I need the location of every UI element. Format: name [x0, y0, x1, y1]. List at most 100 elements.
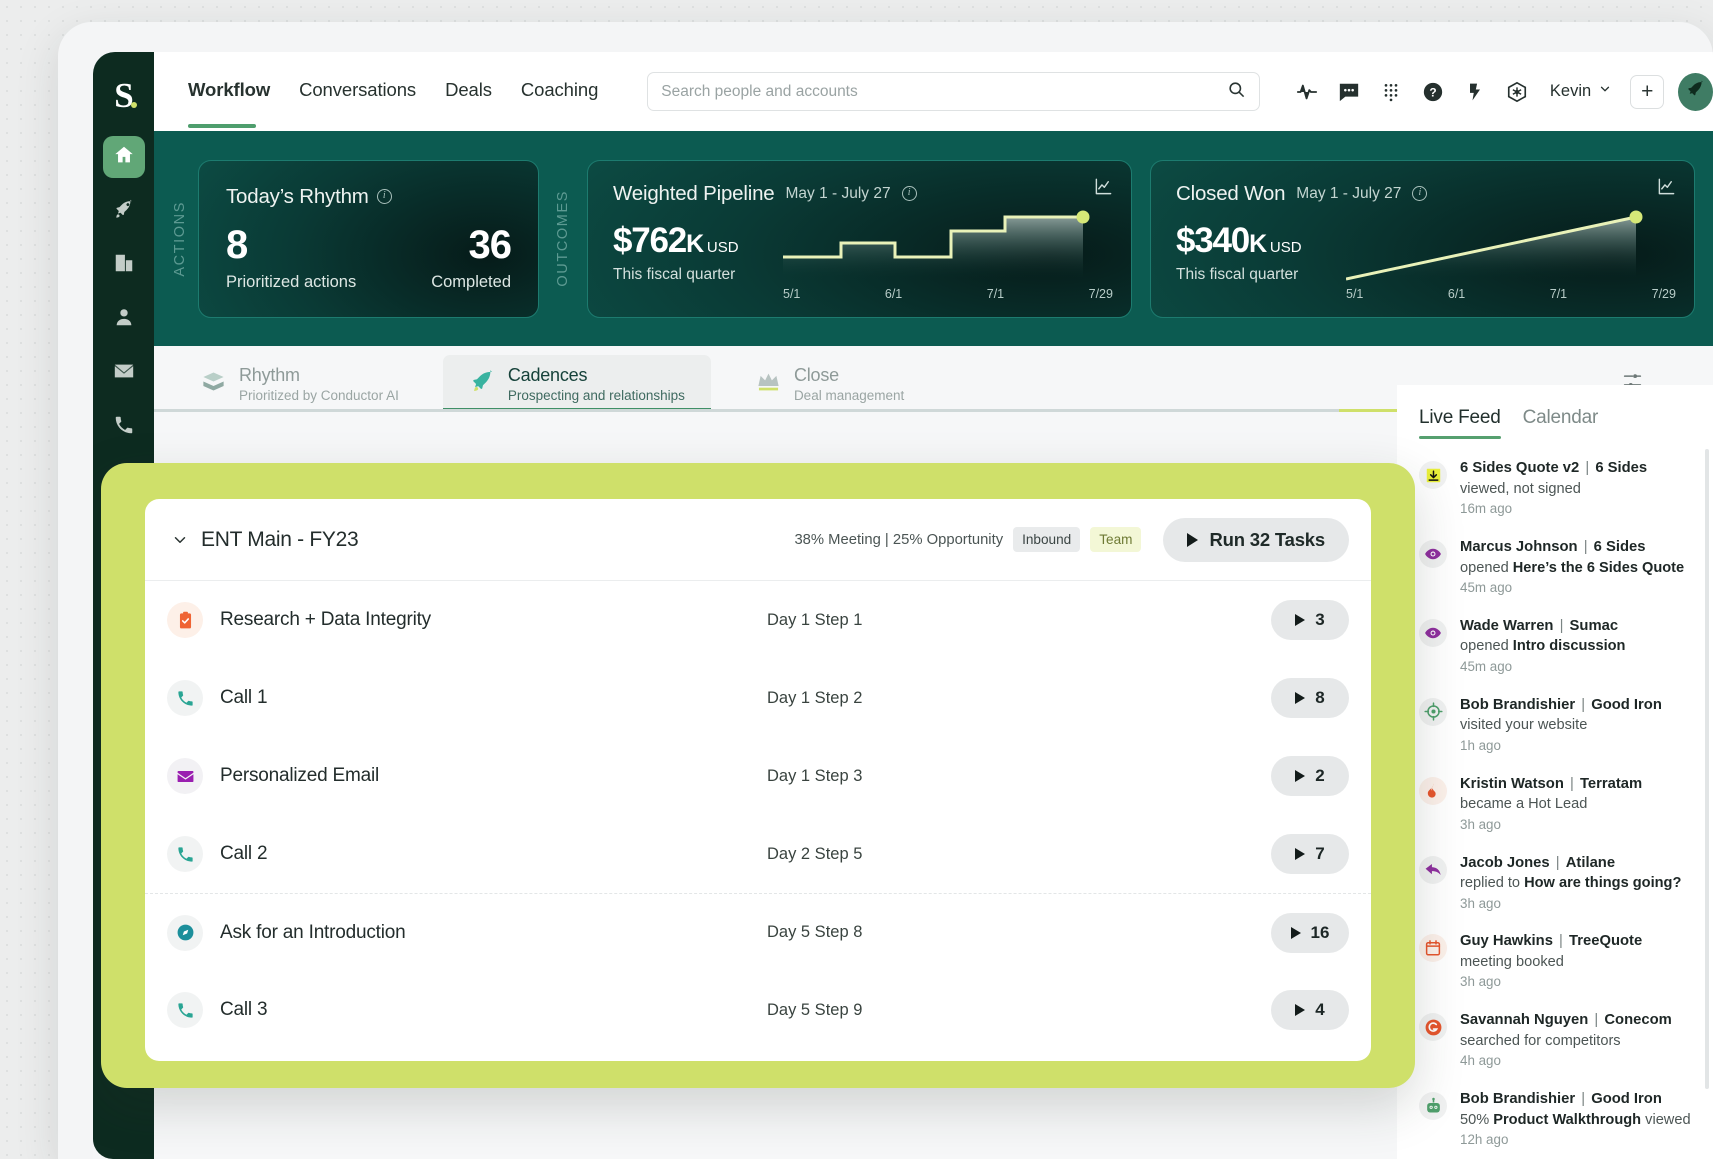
dialpad-icon[interactable]	[1380, 81, 1402, 103]
tab-rhythm-label: Rhythm	[239, 365, 399, 386]
tab-calendar[interactable]: Calendar	[1523, 407, 1599, 429]
chart-expand-icon[interactable]	[1094, 177, 1113, 201]
task-count: 7	[1315, 844, 1324, 864]
task-run-button[interactable]: 7	[1271, 834, 1349, 874]
task-run-button[interactable]: 4	[1271, 990, 1349, 1030]
rail-item-cadences[interactable]	[103, 190, 145, 232]
tab-live-feed[interactable]: Live Feed	[1419, 407, 1501, 429]
feed-item[interactable]: Bob Brandishier | Good Iron50% Product W…	[1419, 1090, 1693, 1149]
task-row[interactable]: Call 2Day 2 Step 57	[145, 815, 1371, 893]
feed-item[interactable]: Marcus Johnson | 6 Sidesopened Here’s th…	[1419, 538, 1693, 597]
feed-item-body: Wade Warren | Sumacopened Intro discussi…	[1460, 617, 1625, 676]
tab-cadences[interactable]: Cadences Prospecting and relationships	[443, 355, 711, 412]
tag-team[interactable]: Team	[1090, 527, 1141, 552]
bolt-icon[interactable]	[1464, 81, 1486, 103]
chat-icon[interactable]	[1338, 81, 1360, 103]
main-nav: Workflow Conversations Deals Coaching	[188, 79, 598, 104]
user-menu[interactable]: Kevin	[1550, 82, 1612, 101]
task-row[interactable]: Call 3Day 5 Step 94	[145, 971, 1371, 1049]
task-run-button[interactable]: 16	[1271, 913, 1349, 953]
info-icon[interactable]: i	[902, 186, 917, 201]
run-tasks-button[interactable]: Run 32 Tasks	[1163, 518, 1349, 562]
closedwon-amount-unit: K	[1249, 230, 1266, 258]
phone-icon	[167, 680, 203, 716]
nav-item-workflow[interactable]: Workflow	[188, 79, 270, 104]
card-weighted-pipeline[interactable]: Weighted Pipeline May 1 - July 27 i $762…	[587, 160, 1132, 318]
task-row[interactable]: Research + Data Integrity Day 1 Step 1 3	[145, 581, 1371, 659]
search-input[interactable]	[661, 83, 1227, 101]
search-bar[interactable]	[647, 72, 1260, 111]
envelope-icon	[167, 758, 203, 794]
info-icon[interactable]: i	[377, 189, 392, 204]
actions-label: ACTIONS	[172, 201, 188, 277]
task-row[interactable]: Personalized EmailDay 1 Step 32	[145, 737, 1371, 815]
logo[interactable]: S	[93, 66, 154, 124]
play-icon	[1187, 533, 1198, 547]
rail-item-email[interactable]	[103, 352, 145, 394]
feed-item[interactable]: Kristin Watson | Terratambecame a Hot Le…	[1419, 775, 1693, 834]
pipeline-title: Weighted Pipeline	[613, 182, 774, 206]
task-step: Day 1 Step 1	[767, 611, 862, 630]
feed-item[interactable]: Jacob Jones | Atilanereplied to How are …	[1419, 854, 1693, 913]
rhythm-left-caption: Prioritized actions	[226, 273, 356, 292]
task-row[interactable]: Ask for an IntroductionDay 5 Step 816	[145, 893, 1371, 971]
feed-item[interactable]: Savannah Nguyen | Conecomsearched for co…	[1419, 1011, 1693, 1070]
chevron-down-icon[interactable]	[167, 531, 193, 549]
task-run-button[interactable]: 3	[1271, 600, 1349, 640]
feed-item-separator: |	[1552, 855, 1564, 871]
task-count: 3	[1315, 610, 1324, 630]
home-icon	[113, 144, 135, 171]
search-icon[interactable]	[1227, 80, 1246, 104]
activity-icon[interactable]	[1296, 81, 1318, 103]
feed-tabs: Live Feed Calendar	[1419, 407, 1693, 439]
tick: 7/29	[1652, 287, 1676, 301]
task-row[interactable]: Call 1Day 1 Step 28	[145, 659, 1371, 737]
feed-item-account: Good Iron	[1591, 697, 1662, 713]
feed-item-account: Conecom	[1604, 1012, 1671, 1028]
feed-item-title: Savannah Nguyen | Conecom	[1460, 1012, 1672, 1028]
info-icon[interactable]: i	[1412, 186, 1427, 201]
feed-item-person: Wade Warren	[1460, 618, 1553, 634]
tick: 7/1	[987, 287, 1004, 301]
feed-item-time: 3h ago	[1460, 817, 1642, 834]
feed-scrollbar[interactable]	[1705, 449, 1709, 1089]
feed-item-account: Terratam	[1580, 776, 1642, 792]
rail-item-people[interactable]	[103, 298, 145, 340]
nav-item-conversations[interactable]: Conversations	[299, 79, 416, 104]
feed-item[interactable]: 6 Sides Quote v2 | 6 Sidesviewed, not si…	[1419, 459, 1693, 518]
nav-item-deals[interactable]: Deals	[445, 79, 492, 104]
tab-close-text: Close Deal management	[794, 365, 904, 403]
cadence-meta: 38% Meeting | 25% Opportunity Inbound Te…	[794, 518, 1349, 562]
feed-item-separator: |	[1581, 460, 1593, 476]
task-list: Research + Data Integrity Day 1 Step 1 3 Ca…	[145, 581, 1371, 1049]
tick: 7/1	[1550, 287, 1567, 301]
nav-item-coaching[interactable]: Coaching	[521, 79, 598, 104]
feed-item-time: 1h ago	[1460, 738, 1662, 755]
closedwon-head: Closed Won May 1 - July 27 i	[1176, 182, 1672, 206]
tab-close[interactable]: Close Deal management	[729, 355, 930, 412]
rail-item-home[interactable]	[103, 136, 145, 178]
feed-item-description: opened Here’s the 6 Sides Quote	[1460, 559, 1684, 577]
add-button[interactable]: +	[1630, 75, 1664, 109]
avatar[interactable]	[1678, 73, 1713, 111]
tab-rhythm[interactable]: Rhythm Prioritized by Conductor AI	[174, 355, 425, 412]
task-name: Research + Data Integrity	[220, 609, 431, 631]
integrations-icon[interactable]	[1506, 81, 1528, 103]
feed-item[interactable]: Guy Hawkins | TreeQuotemeeting booked3h …	[1419, 932, 1693, 991]
help-icon[interactable]: ?	[1422, 81, 1444, 103]
rail-item-calls[interactable]	[103, 406, 145, 448]
card-closed-won[interactable]: Closed Won May 1 - July 27 i $340KUSD Th…	[1150, 160, 1695, 318]
feed-item[interactable]: Bob Brandishier | Good Ironvisited your …	[1419, 696, 1693, 755]
chart-expand-icon[interactable]	[1657, 177, 1676, 201]
feed-item-body: Kristin Watson | Terratambecame a Hot Le…	[1460, 775, 1642, 834]
person-icon	[113, 306, 135, 333]
card-todays-rhythm[interactable]: Today’s Rhythm i 8 Prioritized actions 3…	[198, 160, 539, 318]
task-name: Call 2	[220, 843, 267, 865]
feed-item[interactable]: Wade Warren | Sumacopened Intro discussi…	[1419, 617, 1693, 676]
tag-inbound[interactable]: Inbound	[1013, 527, 1080, 552]
task-run-button[interactable]: 2	[1271, 756, 1349, 796]
download-icon	[1419, 461, 1447, 489]
rail-item-accounts[interactable]	[103, 244, 145, 286]
task-run-button[interactable]: 8	[1271, 678, 1349, 718]
top-bar: Workflow Conversations Deals Coaching ?	[154, 52, 1713, 131]
